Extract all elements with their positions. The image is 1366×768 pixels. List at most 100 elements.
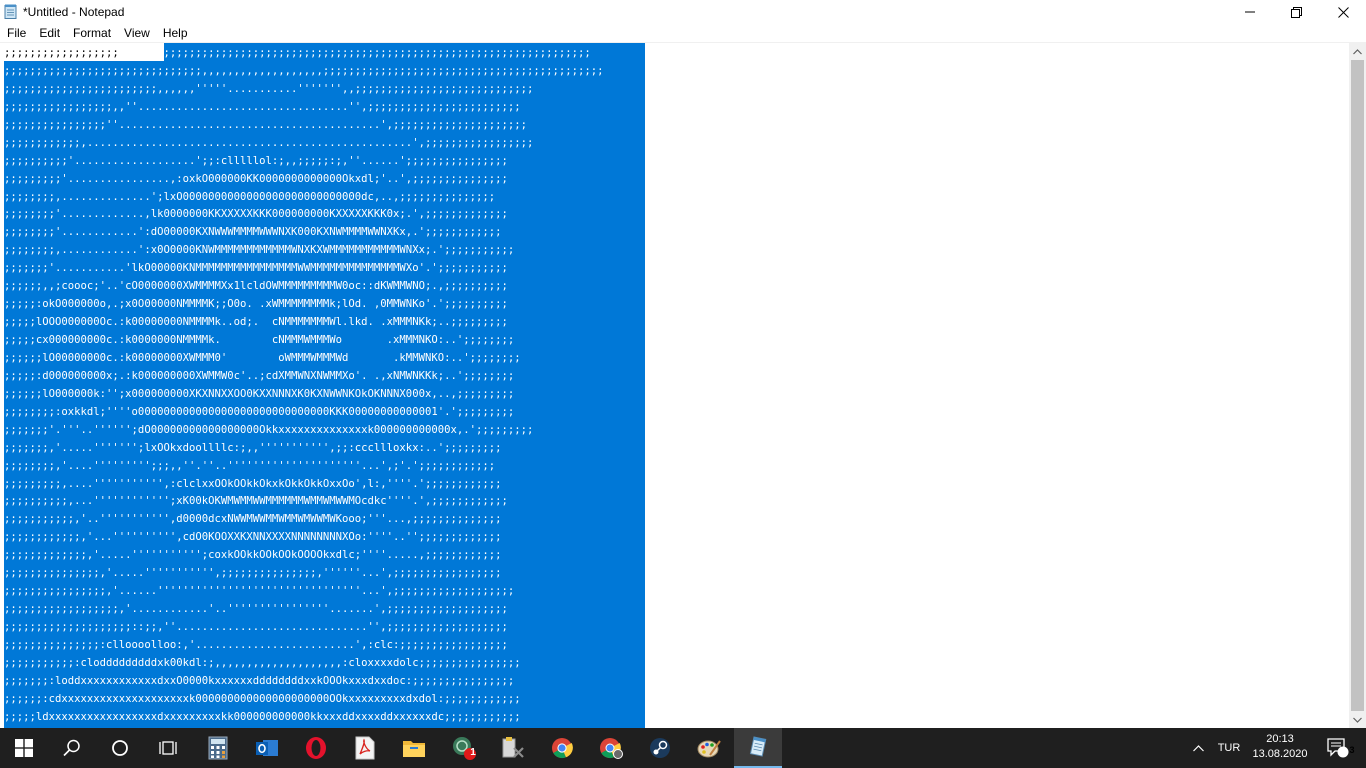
app-badge: 1 [470, 747, 476, 758]
scroll-thumb[interactable] [1351, 60, 1364, 736]
menu-edit[interactable]: Edit [32, 24, 66, 42]
text-line: ;;;;;;:cdxxxxxxxxxxxxxxxxxxxxk0000000000… [4, 691, 1344, 709]
selected-text: ;;;;;;:cdxxxxxxxxxxxxxxxxxxxxk0000000000… [4, 692, 521, 705]
close-button[interactable] [1320, 0, 1366, 24]
text-line: ;;;;;;;;;;;;;;;;;;,'............'..'''''… [4, 601, 1344, 619]
chrome-app[interactable] [538, 728, 586, 768]
selected-text: ;;;;;;;;;,....''''''''''',:clclxxOOkOOkk… [4, 477, 502, 490]
selected-text: ;;;;;:okO000000o,.;x0O00000NMMMMK;;O0o. … [4, 298, 508, 311]
selected-text: ;;;;;;,,;coooc;'..'cO0000000XWMMMMXx1lcl… [4, 280, 508, 293]
file-explorer-app[interactable] [390, 728, 438, 768]
text-line: ;;;;;;;;;;;;;;;;;;;;;;;;;;;;;;;;;;;;;;;;… [4, 45, 1344, 63]
archive-app[interactable] [489, 728, 537, 768]
text-line: ;;;;;;;;;;;;;;;;,'......''''''''''''''''… [4, 583, 1344, 601]
selected-text: ;;;;;;;;;;;;;;;,'.....''''''''''',;;;;;;… [4, 567, 502, 580]
calculator-app[interactable] [194, 728, 242, 768]
selected-text: ;;;;;;;;,..............';lxO000000000000… [4, 190, 496, 203]
selected-text: ;;;;;;;;;;;;,...........................… [4, 136, 534, 149]
text-line: ;;;;;cx000000000c.:k0000000NMMMMk. cNMMM… [4, 332, 1344, 350]
menu-file[interactable]: File [0, 24, 32, 42]
chrome-profile-app[interactable] [587, 728, 635, 768]
show-hidden-icons-button[interactable] [1186, 728, 1210, 768]
input-language[interactable]: TUR [1212, 728, 1246, 768]
clock-date: 13.08.2020 [1252, 748, 1308, 760]
selected-text: ;;;;;;;;:oxkkdl;''''o0000000000000000000… [4, 405, 515, 418]
chrome-profile-icon [600, 738, 623, 759]
steam-icon [650, 738, 670, 758]
selected-text: ;;;;;cx000000000c.:k0000000NMMMMk. cNMMM… [4, 334, 515, 346]
text-line: ;;;;;;;;;;;;;;;;''......................… [4, 117, 1344, 135]
task-view-button[interactable] [144, 728, 192, 768]
pdf-icon [355, 736, 375, 760]
text-editor[interactable]: ;;;;;;;;;;;;;;;;;;;;;;;;;;;;;;;;;;;;;;;;… [0, 43, 1349, 728]
text-line: ;;;;;;;;,..............';lxO000000000000… [4, 189, 1344, 207]
selected-text: ;;;;;;;;;;;;;;;:clloooolloo:,'..........… [4, 638, 508, 651]
network-app[interactable]: 1 [440, 728, 488, 768]
outlook-app[interactable] [243, 728, 291, 768]
restore-button[interactable] [1273, 0, 1319, 24]
action-center-button[interactable]: 3 [1318, 728, 1358, 768]
text-line: ;;;;;;lO000000k:'';x000000000XKXNNXXOO0K… [4, 386, 1344, 404]
unselected-text: ;;;;;;;;;;;;;;;;;; [4, 47, 119, 59]
minimize-icon [1245, 11, 1255, 13]
text-line: ;;;;;;;;;;,...'''''''''''';xK00kOKWMWMMW… [4, 493, 1344, 511]
text-line: ;;;;;lOOO000000Oc.:k00000000NMMMMk..od;.… [4, 314, 1344, 332]
cortana-button[interactable] [96, 728, 144, 768]
selected-text: ;;;;;;;;'............':dO00000KXNWWWMMMM… [4, 226, 502, 239]
scroll-up-button[interactable] [1349, 43, 1366, 60]
pdf-reader-app[interactable] [341, 728, 389, 768]
text-line: ;;;;;;;;;;;;;;;;;;;;::;;,''.............… [4, 619, 1344, 637]
text-line: ;;;;;;;;;;;;;;;;;;;;;;;;,,,,,,'''''.....… [4, 81, 1344, 99]
selected-text: ;;;;;;;;;;;:clodddddddddxk00kdl:;,,,,,,,… [4, 656, 521, 669]
archive-tool-icon [502, 737, 524, 758]
text-line: ;;;;;:d000000000x;.:k000000000XWMMW0c'..… [4, 368, 1344, 386]
text-line: ;;;;;;;;;;;;,'...'''''''''',cdO0KOOXXKXN… [4, 529, 1344, 547]
text-line: ;;;;;;;'...........'lkO00000KNMMMMMMMMMM… [4, 260, 1344, 278]
selected-text: ;;;;;;;,'.....''''''';lxOOkxdoollllc:;,,… [4, 441, 502, 454]
windows-logo-icon [15, 739, 33, 757]
menu-format[interactable]: Format [66, 24, 117, 42]
text-line: ;;;;;;;;;;;;,...........................… [4, 135, 1344, 153]
editor-text[interactable]: ;;;;;;;;;;;;;;;;;;;;;;;;;;;;;;;;;;;;;;;;… [4, 45, 1344, 728]
vertical-scrollbar[interactable] [1349, 43, 1366, 736]
search-button[interactable] [48, 728, 96, 768]
opera-app[interactable] [292, 728, 340, 768]
text-line: ;;;;;;;;;;;;;;;,'.....''''''''''',;;;;;;… [4, 565, 1344, 583]
menu-help[interactable]: Help [156, 24, 194, 42]
restore-icon [1290, 6, 1302, 18]
selected-text: ;;;;;ldxxxxxxxxxxxxxxxxxdxxxxxxxxxkk0000… [4, 710, 521, 723]
notepad-app[interactable] [734, 728, 782, 768]
search-icon [63, 739, 80, 757]
system-clock[interactable]: 20:13 13.08.2020 [1246, 732, 1314, 766]
selected-text: ;;;;;;;;'.............,lk0000000KKXXXXXK… [4, 208, 508, 221]
menu-view[interactable]: View [117, 24, 156, 42]
chevron-down-icon [1353, 717, 1362, 723]
notepad-taskbar-icon [749, 736, 767, 757]
close-icon [1337, 6, 1349, 18]
chrome-icon [552, 738, 573, 759]
text-line: ;;;;;;;;,............':x0O0000KNWMMMMMMM… [4, 242, 1344, 260]
menu-bar: File Edit Format View Help [0, 24, 1366, 42]
text-line: ;;;;;;lO00000000c.:k00000000XWMMM0' oWMM… [4, 350, 1344, 368]
steam-app[interactable] [636, 728, 684, 768]
selected-text: ;;;;;;;;;;;;;;;;;,,''...................… [4, 100, 521, 113]
text-line: ;;;;;;;;'.............,lk0000000KKXXXXXK… [4, 206, 1344, 224]
selected-text: ;;;;;;;;;'................,:oxkO000000KK… [4, 172, 508, 185]
paint-palette-icon [697, 740, 721, 758]
start-button[interactable] [0, 728, 48, 768]
text-line: ;;;;;;;;;;;;;;;:clloooolloo:,'..........… [4, 637, 1344, 655]
selected-text: ;;;;;;;;;;;;;;;;;;;;;;;;;;;;;;;;;;;;;;;;… [118, 47, 591, 59]
minimize-button[interactable] [1227, 0, 1273, 24]
paint-app[interactable] [685, 728, 733, 768]
clock-time: 20:13 [1266, 733, 1294, 745]
selected-text: ;;;;;;;;,............':x0O0000KNWMMMMMMM… [4, 244, 515, 257]
selected-text: ;;;;;lOOO000000Oc.:k00000000NMMMMk..od;.… [4, 316, 508, 329]
notification-count: 3 [1349, 745, 1355, 755]
selected-text: ;;;;;;;;;;;;;;;;;;;;;;;;;;;;;;;,,,,,,,,,… [4, 64, 604, 77]
selected-text: ;;;;;;;;;;;;;,'.....''''''''''';coxkOOkk… [4, 549, 502, 562]
scroll-down-button[interactable] [1349, 711, 1366, 728]
selected-text: ;;;;;;;;;;;;,'...'''''''''',cdO0KOOXXKXN… [4, 531, 502, 544]
selected-text: ;;;;;;;;;;;,'..''''''''''',d0000dcxNWWMW… [4, 513, 502, 526]
text-line: ;;;;;:okO000000o,.;x0O00000NMMMMK;;O0o. … [4, 296, 1344, 314]
text-line: ;;;;;;;,'.....''''''';lxOOkxdoollllc:;,,… [4, 440, 1344, 458]
